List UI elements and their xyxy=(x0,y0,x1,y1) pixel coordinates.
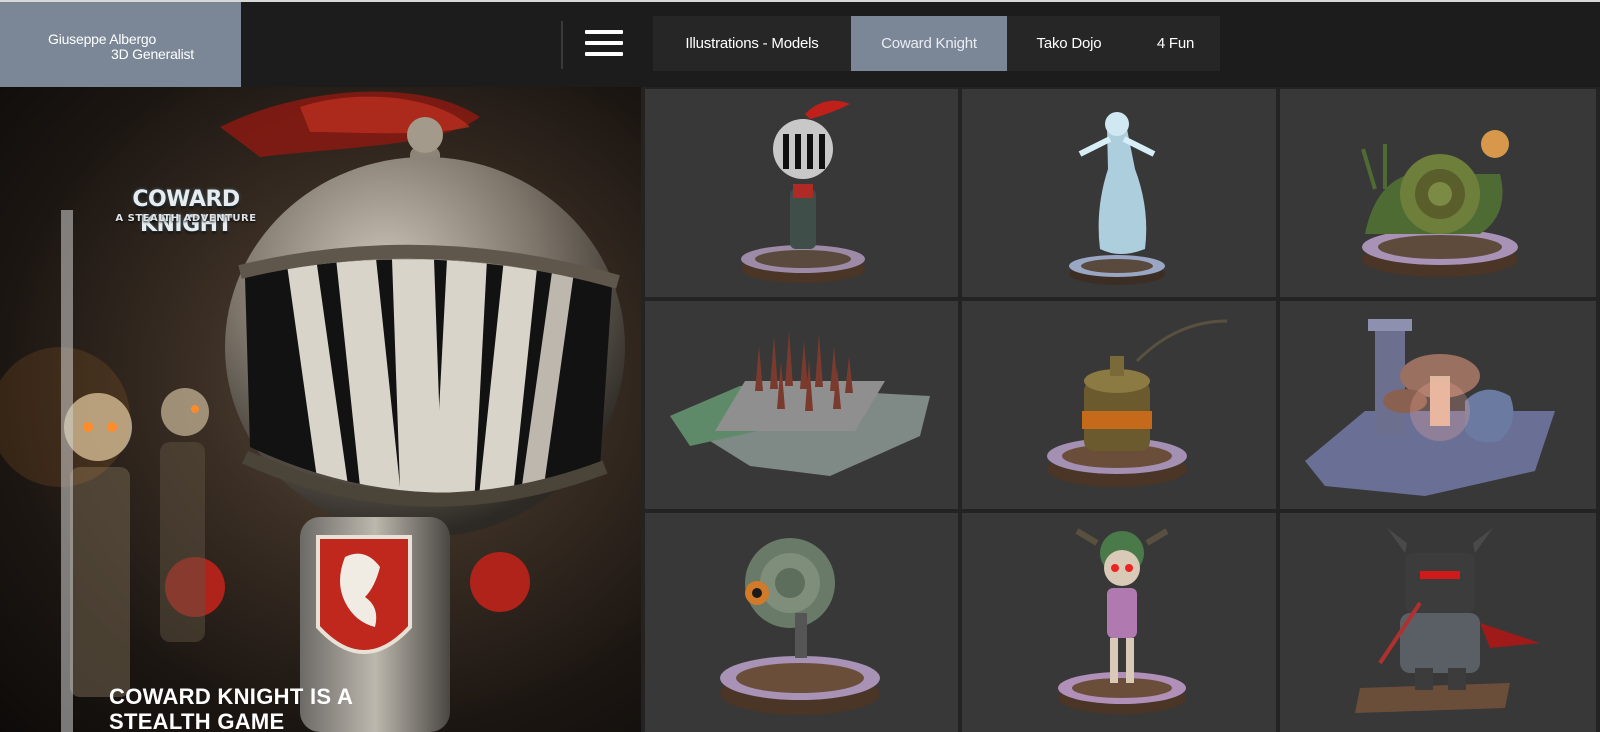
top-navigation-bar: Giuseppe Albergo 3D Generalist Illustrat… xyxy=(0,0,1600,87)
gallery-tile-oil-can[interactable] xyxy=(962,301,1276,509)
tab-tako-dojo[interactable]: Tako Dojo xyxy=(1007,16,1131,71)
snail-model-thumbnail xyxy=(1361,130,1518,277)
column-mushrooms-model-thumbnail xyxy=(1305,319,1555,496)
gallery-tile-skeleton-viking[interactable] xyxy=(962,513,1276,732)
brand-block[interactable]: Giuseppe Albergo 3D Generalist xyxy=(0,2,241,87)
nav-tabs: Illustrations - Models Coward Knight Tak… xyxy=(653,16,1220,71)
hero-headline: COWARD KNIGHT IS A STEALTH GAME xyxy=(109,684,409,732)
ghost-model-thumbnail xyxy=(1069,112,1165,285)
gallery-tile-wall-cannon[interactable] xyxy=(645,513,958,732)
gallery-tile-snail[interactable] xyxy=(1280,89,1596,297)
gallery-tile-ghost[interactable] xyxy=(962,89,1276,297)
game-logo-title: COWARD KNIGHT xyxy=(132,187,240,237)
nav-divider xyxy=(561,21,563,69)
tab-coward-knight[interactable]: Coward Knight xyxy=(851,16,1007,71)
hero-banner[interactable]: COWARD KNIGHT A STEALTH ADVENTURE COWARD… xyxy=(0,87,641,732)
game-logo-subtitle: A STEALTH ADVENTURE xyxy=(115,213,257,224)
coward-knight-artwork xyxy=(0,91,625,732)
brand-name: Giuseppe Albergo xyxy=(48,31,157,47)
gallery-tile-dark-knight[interactable] xyxy=(1280,513,1596,732)
hero-accent-stripe xyxy=(61,210,73,732)
knight-model-thumbnail xyxy=(741,100,865,283)
tab-illustrations-models[interactable]: Illustrations - Models xyxy=(653,16,851,71)
gallery-tile-knight[interactable] xyxy=(645,89,958,297)
wall-cannon-model-thumbnail xyxy=(720,538,880,715)
oil-can-model-thumbnail xyxy=(1047,319,1228,487)
gallery-tile-column-mushrooms[interactable] xyxy=(1280,301,1596,509)
hero-headline-line-2: STEALTH GAME xyxy=(109,709,285,732)
hamburger-menu-icon[interactable] xyxy=(585,30,623,56)
dark-knight-model-thumbnail xyxy=(1355,528,1540,713)
spike-trap-model-thumbnail xyxy=(670,331,930,476)
gallery-tile-spike-trap[interactable] xyxy=(645,301,958,509)
brand-role: 3D Generalist xyxy=(111,46,194,62)
hero-headline-line-1: COWARD KNIGHT IS A xyxy=(109,684,354,709)
skeleton-viking-model-thumbnail xyxy=(1058,528,1186,714)
model-gallery xyxy=(641,87,1600,732)
tab-4-fun[interactable]: 4 Fun xyxy=(1131,16,1220,71)
